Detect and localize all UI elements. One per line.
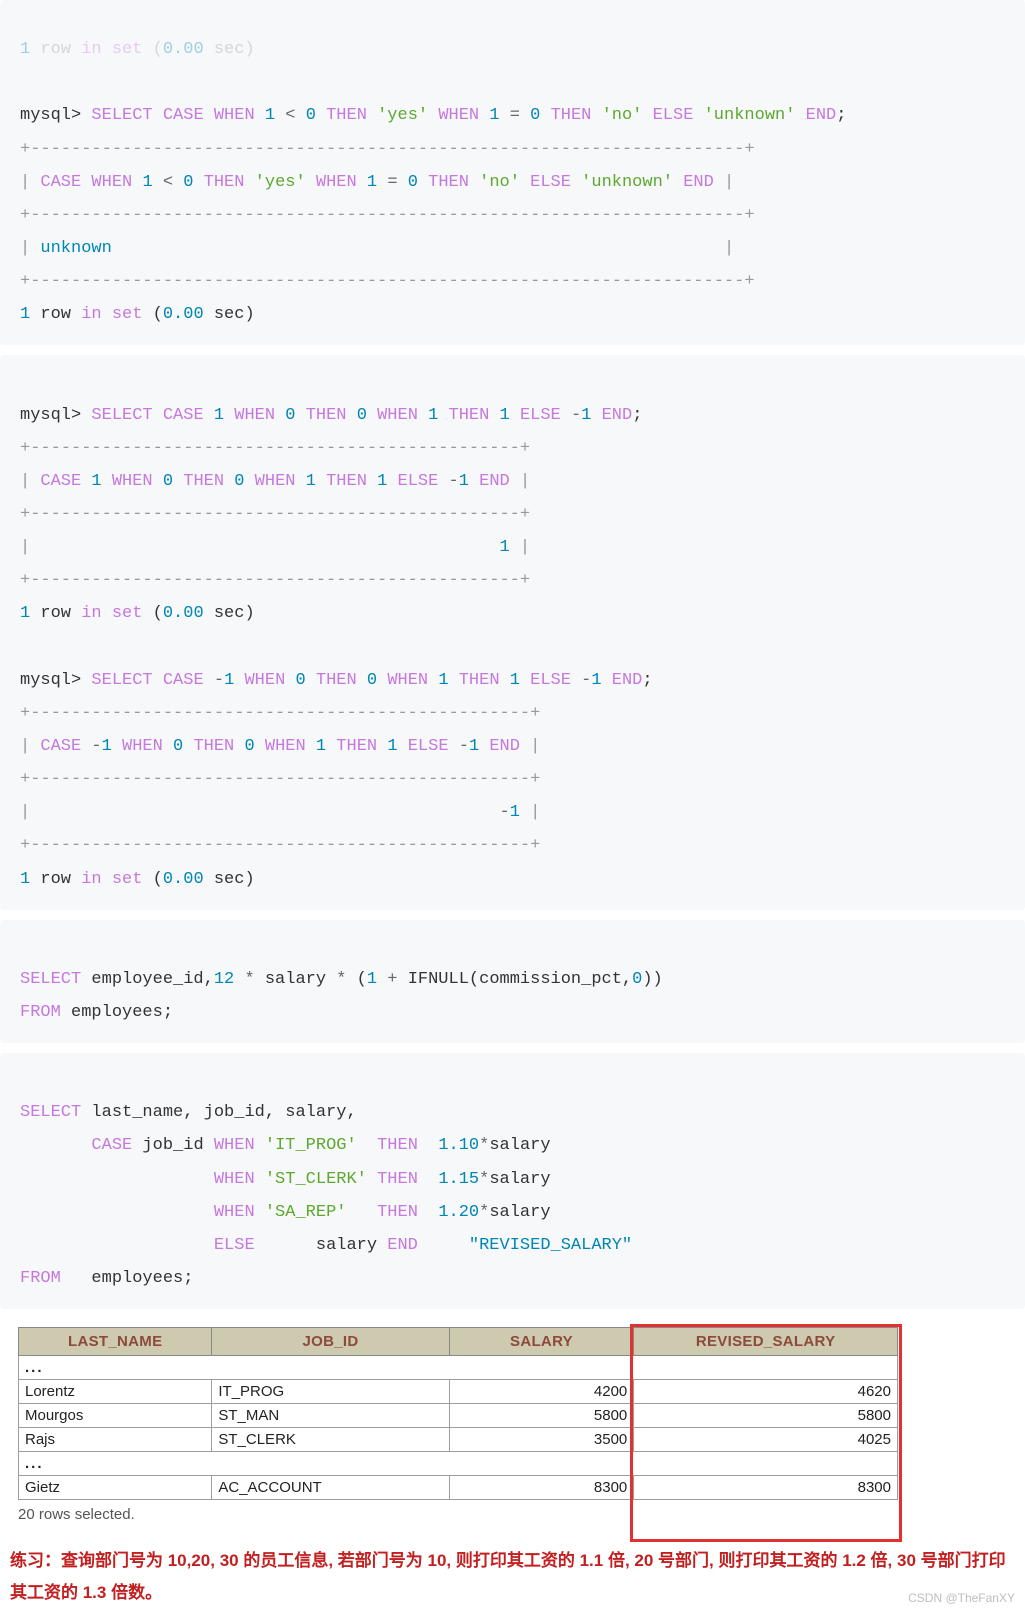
code-block-3: SELECT employee_id,12 * salary * (1 + IF… — [0, 920, 1025, 1043]
col-last-name: LAST_NAME — [19, 1328, 212, 1356]
ascii-border: +---------------------------------------… — [20, 704, 540, 723]
ascii-border: +---------------------------------------… — [20, 836, 540, 855]
col-job-id: JOB_ID — [212, 1328, 449, 1356]
exercise-text: 练习：查询部门号为 10,20, 30 的员工信息, 若部门号为 10, 则打印… — [10, 1545, 1015, 1610]
mysql-prompt: mysql> — [20, 106, 91, 125]
ascii-border: +---------------------------------------… — [20, 272, 755, 291]
watermark: CSDN @TheFanXY — [908, 1587, 1015, 1610]
dots-row: ... — [19, 1452, 898, 1476]
exercise-body: 练习：查询部门号为 10,20, 30 的员工信息, 若部门号为 10, 则打印… — [10, 1551, 1006, 1602]
ascii-border: +---------------------------------------… — [20, 770, 540, 789]
code-block-1: 1 row in set (0.00 sec) mysql> SELECT CA… — [0, 0, 1025, 345]
result-table-wrap: LAST_NAME JOB_ID SALARY REVISED_SALARY .… — [18, 1327, 898, 1500]
ascii-border: +---------------------------------------… — [20, 505, 530, 524]
col-revised: REVISED_SALARY — [634, 1328, 898, 1356]
table-row: Gietz AC_ACCOUNT 8300 8300 — [19, 1476, 898, 1500]
table-row: Mourgos ST_MAN 5800 5800 — [19, 1404, 898, 1428]
ascii-border: +---------------------------------------… — [20, 206, 755, 225]
ascii-border: +---------------------------------------… — [20, 140, 755, 159]
truncated-row: 1 — [20, 40, 30, 59]
col-salary: SALARY — [449, 1328, 634, 1356]
ascii-border: +---------------------------------------… — [20, 571, 530, 590]
dots-row: ... — [19, 1356, 898, 1380]
table-row: Lorentz IT_PROG 4200 4620 — [19, 1380, 898, 1404]
code-block-4: SELECT last_name, job_id, salary, CASE j… — [0, 1053, 1025, 1309]
mysql-prompt: mysql> — [20, 671, 91, 690]
ascii-border: +---------------------------------------… — [20, 439, 530, 458]
code-block-2: mysql> SELECT CASE 1 WHEN 0 THEN 0 WHEN … — [0, 355, 1025, 909]
mysql-prompt: mysql> — [20, 406, 91, 425]
table-row: Rajs ST_CLERK 3500 4025 — [19, 1428, 898, 1452]
result-table: LAST_NAME JOB_ID SALARY REVISED_SALARY .… — [18, 1327, 898, 1500]
rows-selected-note: 20 rows selected. — [18, 1506, 1025, 1523]
